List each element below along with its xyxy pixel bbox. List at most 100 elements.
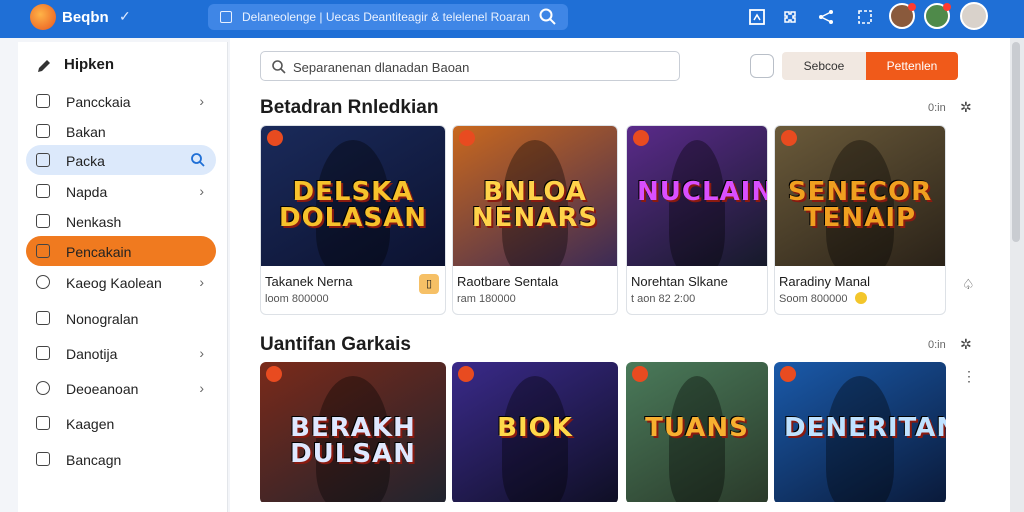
game-logo-text: NUCLAIN — [637, 177, 767, 208]
game-title[interactable]: Norehtan Slkane — [631, 274, 728, 289]
game-artwork[interactable]: DENERITAN — [774, 362, 946, 502]
sidebar-item[interactable]: Kaagen — [26, 408, 216, 438]
game-logo-text: DELSKA DOLASAN — [279, 177, 427, 234]
chevron-right-icon: › — [199, 93, 204, 109]
game-card[interactable]: TUANS — [626, 362, 768, 504]
house-icon — [36, 153, 50, 167]
clock-icon — [36, 275, 50, 289]
game-logo-text: BIOK — [497, 413, 573, 444]
puzzle-icon[interactable] — [781, 8, 799, 26]
sidebar-item[interactable]: Nonogralan — [26, 303, 216, 333]
sidebar-item[interactable]: Bancagn — [26, 444, 216, 474]
game-card[interactable]: BNLOA NENARS Raotbare Sentala ram 180000 — [452, 125, 618, 315]
chevron-right-icon: › — [199, 274, 204, 290]
sidebar-item-label: Danotija — [66, 346, 118, 362]
game-logo-text: DENERITAN — [784, 413, 946, 444]
search-icon[interactable] — [190, 152, 206, 168]
game-artwork[interactable]: TUANS — [626, 362, 768, 502]
sidebar-item[interactable]: Pancckaia › — [26, 86, 216, 116]
game-card[interactable]: BIOK — [452, 362, 618, 504]
sidebar-item[interactable]: Packa — [26, 145, 216, 175]
game-logo-text: SENECOR TENAIP — [787, 177, 933, 234]
game-logo-text: TUANS — [645, 413, 749, 444]
sidebar-item-label: Bancagn — [66, 452, 122, 468]
section-title: Betadran Rnledkian — [260, 97, 439, 118]
game-artwork[interactable]: BERAKH DULSAN — [260, 362, 446, 502]
search-icon[interactable] — [538, 7, 558, 27]
badge-icon — [266, 366, 282, 382]
game-title[interactable]: Takanek Nerna — [265, 274, 352, 289]
global-search-text: Delaneolenge | Uecas Deantiteagir & tele… — [242, 10, 530, 24]
sidebar-item-label: Nonogralan — [66, 311, 139, 327]
game-artwork[interactable]: BNLOA NENARS — [453, 126, 617, 266]
sidebar-item[interactable]: Kaeog Kaolean › — [26, 267, 216, 297]
game-logo-text: BNLOA NENARS — [471, 177, 599, 234]
sidebar-item[interactable]: Pencakain — [26, 236, 216, 266]
sidebar: Hipken Pancckaia › Bakan Packa Napda › Nenkash… — [18, 42, 228, 512]
logo-icon[interactable] — [30, 4, 56, 30]
game-meta: ram 180000 — [457, 293, 516, 305]
sidebar-item-label: Pencakain — [66, 244, 132, 260]
tag-icon[interactable]: ▯ — [419, 274, 439, 294]
filter-placeholder: Separanenan dlanadan Baoan — [293, 60, 470, 75]
crop-icon[interactable] — [856, 8, 874, 26]
badge-icon — [780, 366, 796, 382]
user-avatar[interactable] — [960, 2, 988, 30]
badge-icon — [632, 366, 648, 382]
sidebar-item-label: Kaagen — [66, 416, 115, 432]
sidebar-item[interactable]: Deoeanoan › — [26, 373, 216, 403]
game-artwork[interactable]: DELSKA DOLASAN — [261, 126, 445, 266]
game-artwork[interactable]: BIOK — [452, 362, 618, 502]
notification-badge — [943, 3, 951, 11]
note-icon — [36, 416, 50, 430]
game-title[interactable]: Raotbare Sentala — [457, 274, 558, 289]
dots-icon[interactable]: ⋮ — [962, 368, 976, 385]
game-title[interactable]: Raradiny Manal — [779, 274, 870, 289]
sidebar-item-label: Deoeanoan — [66, 381, 139, 397]
image-icon — [36, 94, 50, 108]
app-name[interactable]: Beqbn — [62, 9, 109, 26]
sidebar-header: Hipken — [64, 56, 115, 73]
square-icon — [220, 11, 232, 23]
file-icon — [36, 184, 50, 198]
game-card[interactable]: SENECOR TENAIP Raradiny Manal Soom 800000 — [774, 125, 946, 315]
section-title: Uantifan Garkais — [260, 334, 411, 355]
game-card[interactable]: DELSKA DOLASAN Takanek Nerna loom 800000 ▯ — [260, 125, 446, 315]
settings-icon[interactable] — [750, 54, 774, 78]
filter-input[interactable]: Separanenan dlanadan Baoan — [260, 51, 680, 81]
home-icon — [36, 124, 50, 138]
like-icon[interactable]: ♤ — [962, 276, 975, 293]
game-card[interactable]: BERAKH DULSAN — [260, 362, 446, 504]
game-logo-text: BERAKH DULSAN — [290, 413, 416, 470]
section-action-icon[interactable]: ✲ — [960, 99, 972, 116]
square-icon[interactable] — [748, 8, 766, 26]
box-icon — [36, 214, 50, 228]
secondary-button[interactable]: Sebcoe — [782, 52, 866, 80]
share-icon[interactable] — [817, 8, 835, 26]
tag-icon — [36, 452, 50, 466]
game-card[interactable]: NUCLAIN Norehtan Slkane t aon 82 2:00 — [626, 125, 768, 315]
section-action-icon[interactable]: ✲ — [960, 336, 972, 353]
list-icon — [36, 244, 50, 258]
sidebar-item[interactable]: Danotija › — [26, 338, 216, 368]
badge-icon — [458, 366, 474, 382]
global-search-bar[interactable]: Delaneolenge | Uecas Deantiteagir & tele… — [208, 4, 568, 30]
badge-icon — [459, 130, 475, 146]
sidebar-item-label: Napda — [66, 184, 108, 200]
sidebar-item[interactable]: Napda › — [26, 176, 216, 206]
chevron-right-icon: › — [199, 345, 204, 361]
check-icon[interactable]: ✓ — [119, 8, 131, 25]
sidebar-item[interactable]: Nenkash — [26, 206, 216, 236]
sidebar-item-label: Packa — [66, 153, 105, 169]
sidebar-item[interactable]: Bakan — [26, 116, 216, 146]
game-meta: t aon 82 2:00 — [631, 293, 696, 305]
pencil-icon — [38, 60, 50, 72]
game-artwork[interactable]: SENECOR TENAIP — [775, 126, 945, 266]
game-artwork[interactable]: NUCLAIN — [627, 126, 767, 266]
game-card[interactable]: DENERITAN — [774, 362, 946, 504]
sidebar-item-label: Pancckaia — [66, 94, 131, 110]
sidebar-item-label: Kaeog Kaolean — [66, 275, 162, 291]
primary-button[interactable]: Pettenlen — [866, 52, 958, 80]
scrollbar-thumb[interactable] — [1012, 42, 1020, 242]
coin-icon — [855, 292, 867, 304]
